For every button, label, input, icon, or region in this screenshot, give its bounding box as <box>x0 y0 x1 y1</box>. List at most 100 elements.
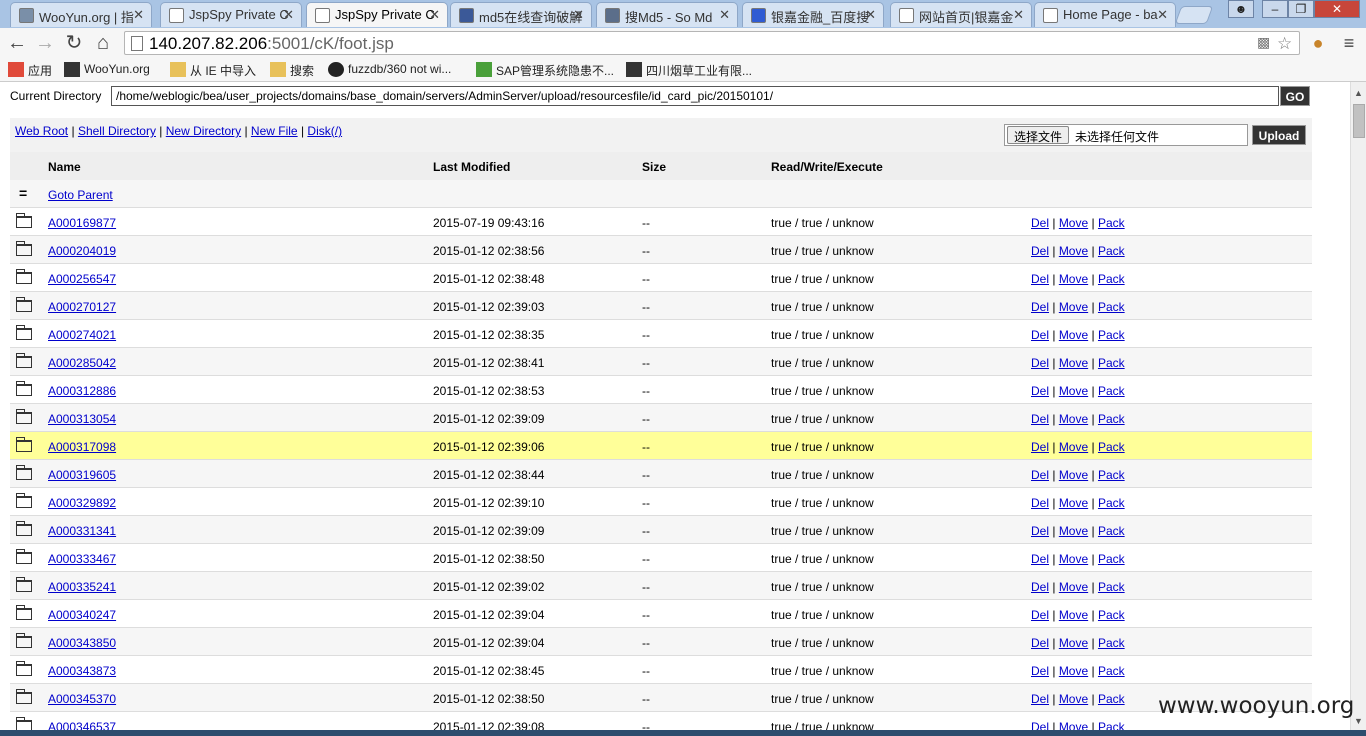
move-link[interactable]: Move <box>1059 664 1088 678</box>
move-link[interactable]: Move <box>1059 524 1088 538</box>
forward-icon[interactable]: → <box>34 32 56 54</box>
scroll-up-icon[interactable]: ▲ <box>1354 88 1363 98</box>
pack-link[interactable]: Pack <box>1098 272 1125 286</box>
pack-link[interactable]: Pack <box>1098 440 1125 454</box>
new-directory-link[interactable]: New Directory <box>166 124 241 138</box>
pack-link[interactable]: Pack <box>1098 496 1125 510</box>
move-link[interactable]: Move <box>1059 328 1088 342</box>
move-link[interactable]: Move <box>1059 580 1088 594</box>
move-link[interactable]: Move <box>1059 496 1088 510</box>
pack-link[interactable]: Pack <box>1098 720 1125 730</box>
folder-link[interactable]: A000256547 <box>48 272 116 286</box>
folder-link[interactable]: A000333467 <box>48 552 116 566</box>
folder-link[interactable]: A000285042 <box>48 356 116 370</box>
move-link[interactable]: Move <box>1059 720 1088 730</box>
bookmark-item[interactable]: SAP管理系统隐患不... <box>476 62 614 79</box>
folder-link[interactable]: A000169877 <box>48 216 116 230</box>
pack-link[interactable]: Pack <box>1098 412 1125 426</box>
tab-close-icon[interactable]: ✕ <box>283 7 294 23</box>
folder-link[interactable]: A000274021 <box>48 328 116 342</box>
tab-close-icon[interactable]: ✕ <box>133 7 144 23</box>
maximize-button[interactable]: ❐ <box>1288 0 1314 18</box>
folder-link[interactable]: A000204019 <box>48 244 116 258</box>
folder-link[interactable]: A000343873 <box>48 664 116 678</box>
tab-1[interactable]: JspSpy Private C ✕ <box>160 2 302 27</box>
del-link[interactable]: Del <box>1031 412 1049 426</box>
del-link[interactable]: Del <box>1031 300 1049 314</box>
tab-0[interactable]: WooYun.org | 指 ✕ <box>10 2 152 27</box>
bookmark-item[interactable]: 从 IE 中导入 <box>170 62 256 79</box>
disk-link[interactable]: Disk(/) <box>307 124 342 138</box>
folder-link[interactable]: A000313054 <box>48 412 116 426</box>
tab-4[interactable]: 搜Md5 - So Md ✕ <box>596 2 738 27</box>
current-directory-input[interactable]: /home/weblogic/bea/user_projects/domains… <box>111 86 1279 106</box>
folder-link[interactable]: A000331341 <box>48 524 116 538</box>
back-icon[interactable]: ← <box>6 32 28 54</box>
folder-link[interactable]: A000319605 <box>48 468 116 482</box>
folder-link[interactable]: A000317098 <box>48 440 116 454</box>
cookie-icon[interactable]: ● <box>1307 32 1329 54</box>
folder-link[interactable]: A000312886 <box>48 384 116 398</box>
move-link[interactable]: Move <box>1059 692 1088 706</box>
reload-icon[interactable]: ↻ <box>63 32 85 54</box>
del-link[interactable]: Del <box>1031 244 1049 258</box>
folder-link[interactable]: A000270127 <box>48 300 116 314</box>
bookmark-item[interactable]: WooYun.org <box>64 62 150 77</box>
pack-link[interactable]: Pack <box>1098 356 1125 370</box>
tab-7[interactable]: Home Page - ba ✕ <box>1034 2 1176 27</box>
new-file-link[interactable]: New File <box>251 124 298 138</box>
del-link[interactable]: Del <box>1031 552 1049 566</box>
tab-2[interactable]: JspSpy Private C ✕ <box>306 2 448 27</box>
move-link[interactable]: Move <box>1059 468 1088 482</box>
pack-link[interactable]: Pack <box>1098 300 1125 314</box>
del-link[interactable]: Del <box>1031 692 1049 706</box>
tab-3[interactable]: md5在线查询破解 ✕ <box>450 2 592 27</box>
folder-link[interactable]: A000340247 <box>48 608 116 622</box>
del-link[interactable]: Del <box>1031 720 1049 730</box>
move-link[interactable]: Move <box>1059 440 1088 454</box>
home-icon[interactable]: ⌂ <box>92 32 114 54</box>
scrollbar[interactable]: ▲ ▼ <box>1350 82 1366 730</box>
tab-close-icon[interactable]: ✕ <box>865 7 876 23</box>
pack-link[interactable]: Pack <box>1098 244 1125 258</box>
folder-link[interactable]: A000335241 <box>48 580 116 594</box>
move-link[interactable]: Move <box>1059 412 1088 426</box>
del-link[interactable]: Del <box>1031 524 1049 538</box>
move-link[interactable]: Move <box>1059 244 1088 258</box>
del-link[interactable]: Del <box>1031 496 1049 510</box>
file-input[interactable]: 选择文件 未选择任何文件 <box>1004 124 1248 146</box>
bookmark-item[interactable]: fuzzdb/360 not wi... <box>328 62 451 77</box>
del-link[interactable]: Del <box>1031 272 1049 286</box>
del-link[interactable]: Del <box>1031 608 1049 622</box>
pack-link[interactable]: Pack <box>1098 580 1125 594</box>
move-link[interactable]: Move <box>1059 552 1088 566</box>
del-link[interactable]: Del <box>1031 216 1049 230</box>
del-link[interactable]: Del <box>1031 384 1049 398</box>
scroll-down-icon[interactable]: ▼ <box>1354 716 1363 726</box>
folder-link[interactable]: A000329892 <box>48 496 116 510</box>
del-link[interactable]: Del <box>1031 636 1049 650</box>
del-link[interactable]: Del <box>1031 328 1049 342</box>
tab-close-icon[interactable]: ✕ <box>1013 7 1024 23</box>
minimize-button[interactable]: – <box>1262 0 1288 18</box>
move-link[interactable]: Move <box>1059 216 1088 230</box>
upload-button[interactable]: Upload <box>1252 125 1306 145</box>
folder-link[interactable]: A000343850 <box>48 636 116 650</box>
bookmark-item[interactable]: 应用 <box>8 62 52 79</box>
pack-link[interactable]: Pack <box>1098 216 1125 230</box>
move-link[interactable]: Move <box>1059 272 1088 286</box>
move-link[interactable]: Move <box>1059 356 1088 370</box>
translate-icon[interactable]: ▩ <box>1257 34 1270 51</box>
scroll-thumb[interactable] <box>1353 104 1365 138</box>
pack-link[interactable]: Pack <box>1098 524 1125 538</box>
menu-icon[interactable]: ≡ <box>1338 32 1360 54</box>
move-link[interactable]: Move <box>1059 384 1088 398</box>
tab-6[interactable]: 网站首页|银嘉金 ✕ <box>890 2 1032 27</box>
shell-directory-link[interactable]: Shell Directory <box>78 124 156 138</box>
pack-link[interactable]: Pack <box>1098 468 1125 482</box>
pack-link[interactable]: Pack <box>1098 636 1125 650</box>
star-icon[interactable]: ☆ <box>1277 34 1292 54</box>
tab-close-icon[interactable]: ✕ <box>719 7 730 23</box>
user-button[interactable]: ☻ <box>1228 0 1254 18</box>
del-link[interactable]: Del <box>1031 580 1049 594</box>
